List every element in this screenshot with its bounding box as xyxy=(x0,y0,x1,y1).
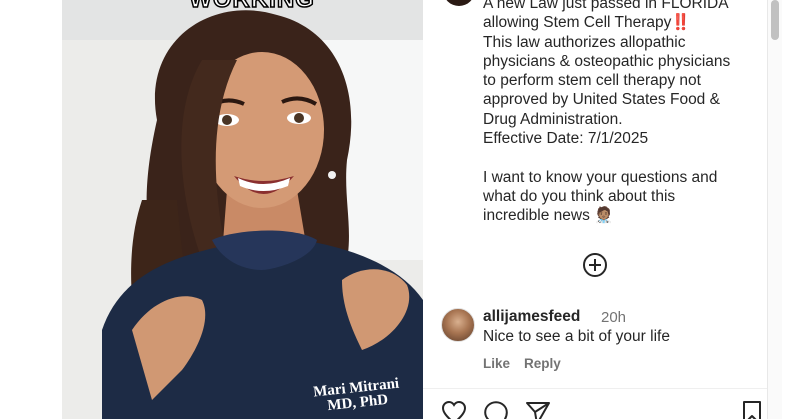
left-gutter xyxy=(0,0,62,419)
caption-line-2: allowing Stem Cell Therapy xyxy=(483,14,672,32)
post-details-panel: A new Law just passed in FLORIDA allowin… xyxy=(423,0,767,419)
double-exclamation-emoji: ‼️ xyxy=(671,14,691,32)
comment-item: allijamesfeed 20h Nice to see a bit of y… xyxy=(441,306,761,376)
video-frame xyxy=(62,0,423,419)
comment-like-button[interactable]: Like xyxy=(483,356,510,371)
plus-circle-icon[interactable] xyxy=(582,252,608,278)
right-edge-margin xyxy=(782,0,800,419)
caption-line-1: A new Law just passed in FLORIDA xyxy=(483,0,729,12)
post-action-bar xyxy=(423,400,767,419)
post-video[interactable]: WORKING Mari Mitrani MD, PhD xyxy=(62,0,423,419)
scrollbar[interactable] xyxy=(767,0,782,419)
post-caption: A new Law just passed in FLORIDA allowin… xyxy=(483,0,751,226)
comment-text: Nice to see a bit of your life xyxy=(483,328,670,345)
comment-timestamp[interactable]: 20h xyxy=(601,309,626,326)
caption-body: This law authorizes allopathic physician… xyxy=(483,33,731,225)
video-overlay-caption: WORKING xyxy=(182,0,322,14)
send-icon[interactable] xyxy=(525,400,551,419)
comment-username[interactable]: allijamesfeed xyxy=(483,308,580,326)
author-avatar[interactable] xyxy=(443,0,475,6)
scrollbar-thumb[interactable] xyxy=(771,0,779,40)
comment-reply-button[interactable]: Reply xyxy=(524,356,561,371)
heart-icon[interactable] xyxy=(441,400,467,419)
commenter-avatar[interactable] xyxy=(441,308,475,342)
comment-icon[interactable] xyxy=(483,400,509,419)
actions-divider xyxy=(423,388,767,389)
comment-actions: Like Reply xyxy=(483,356,575,371)
bookmark-icon[interactable] xyxy=(739,400,765,419)
